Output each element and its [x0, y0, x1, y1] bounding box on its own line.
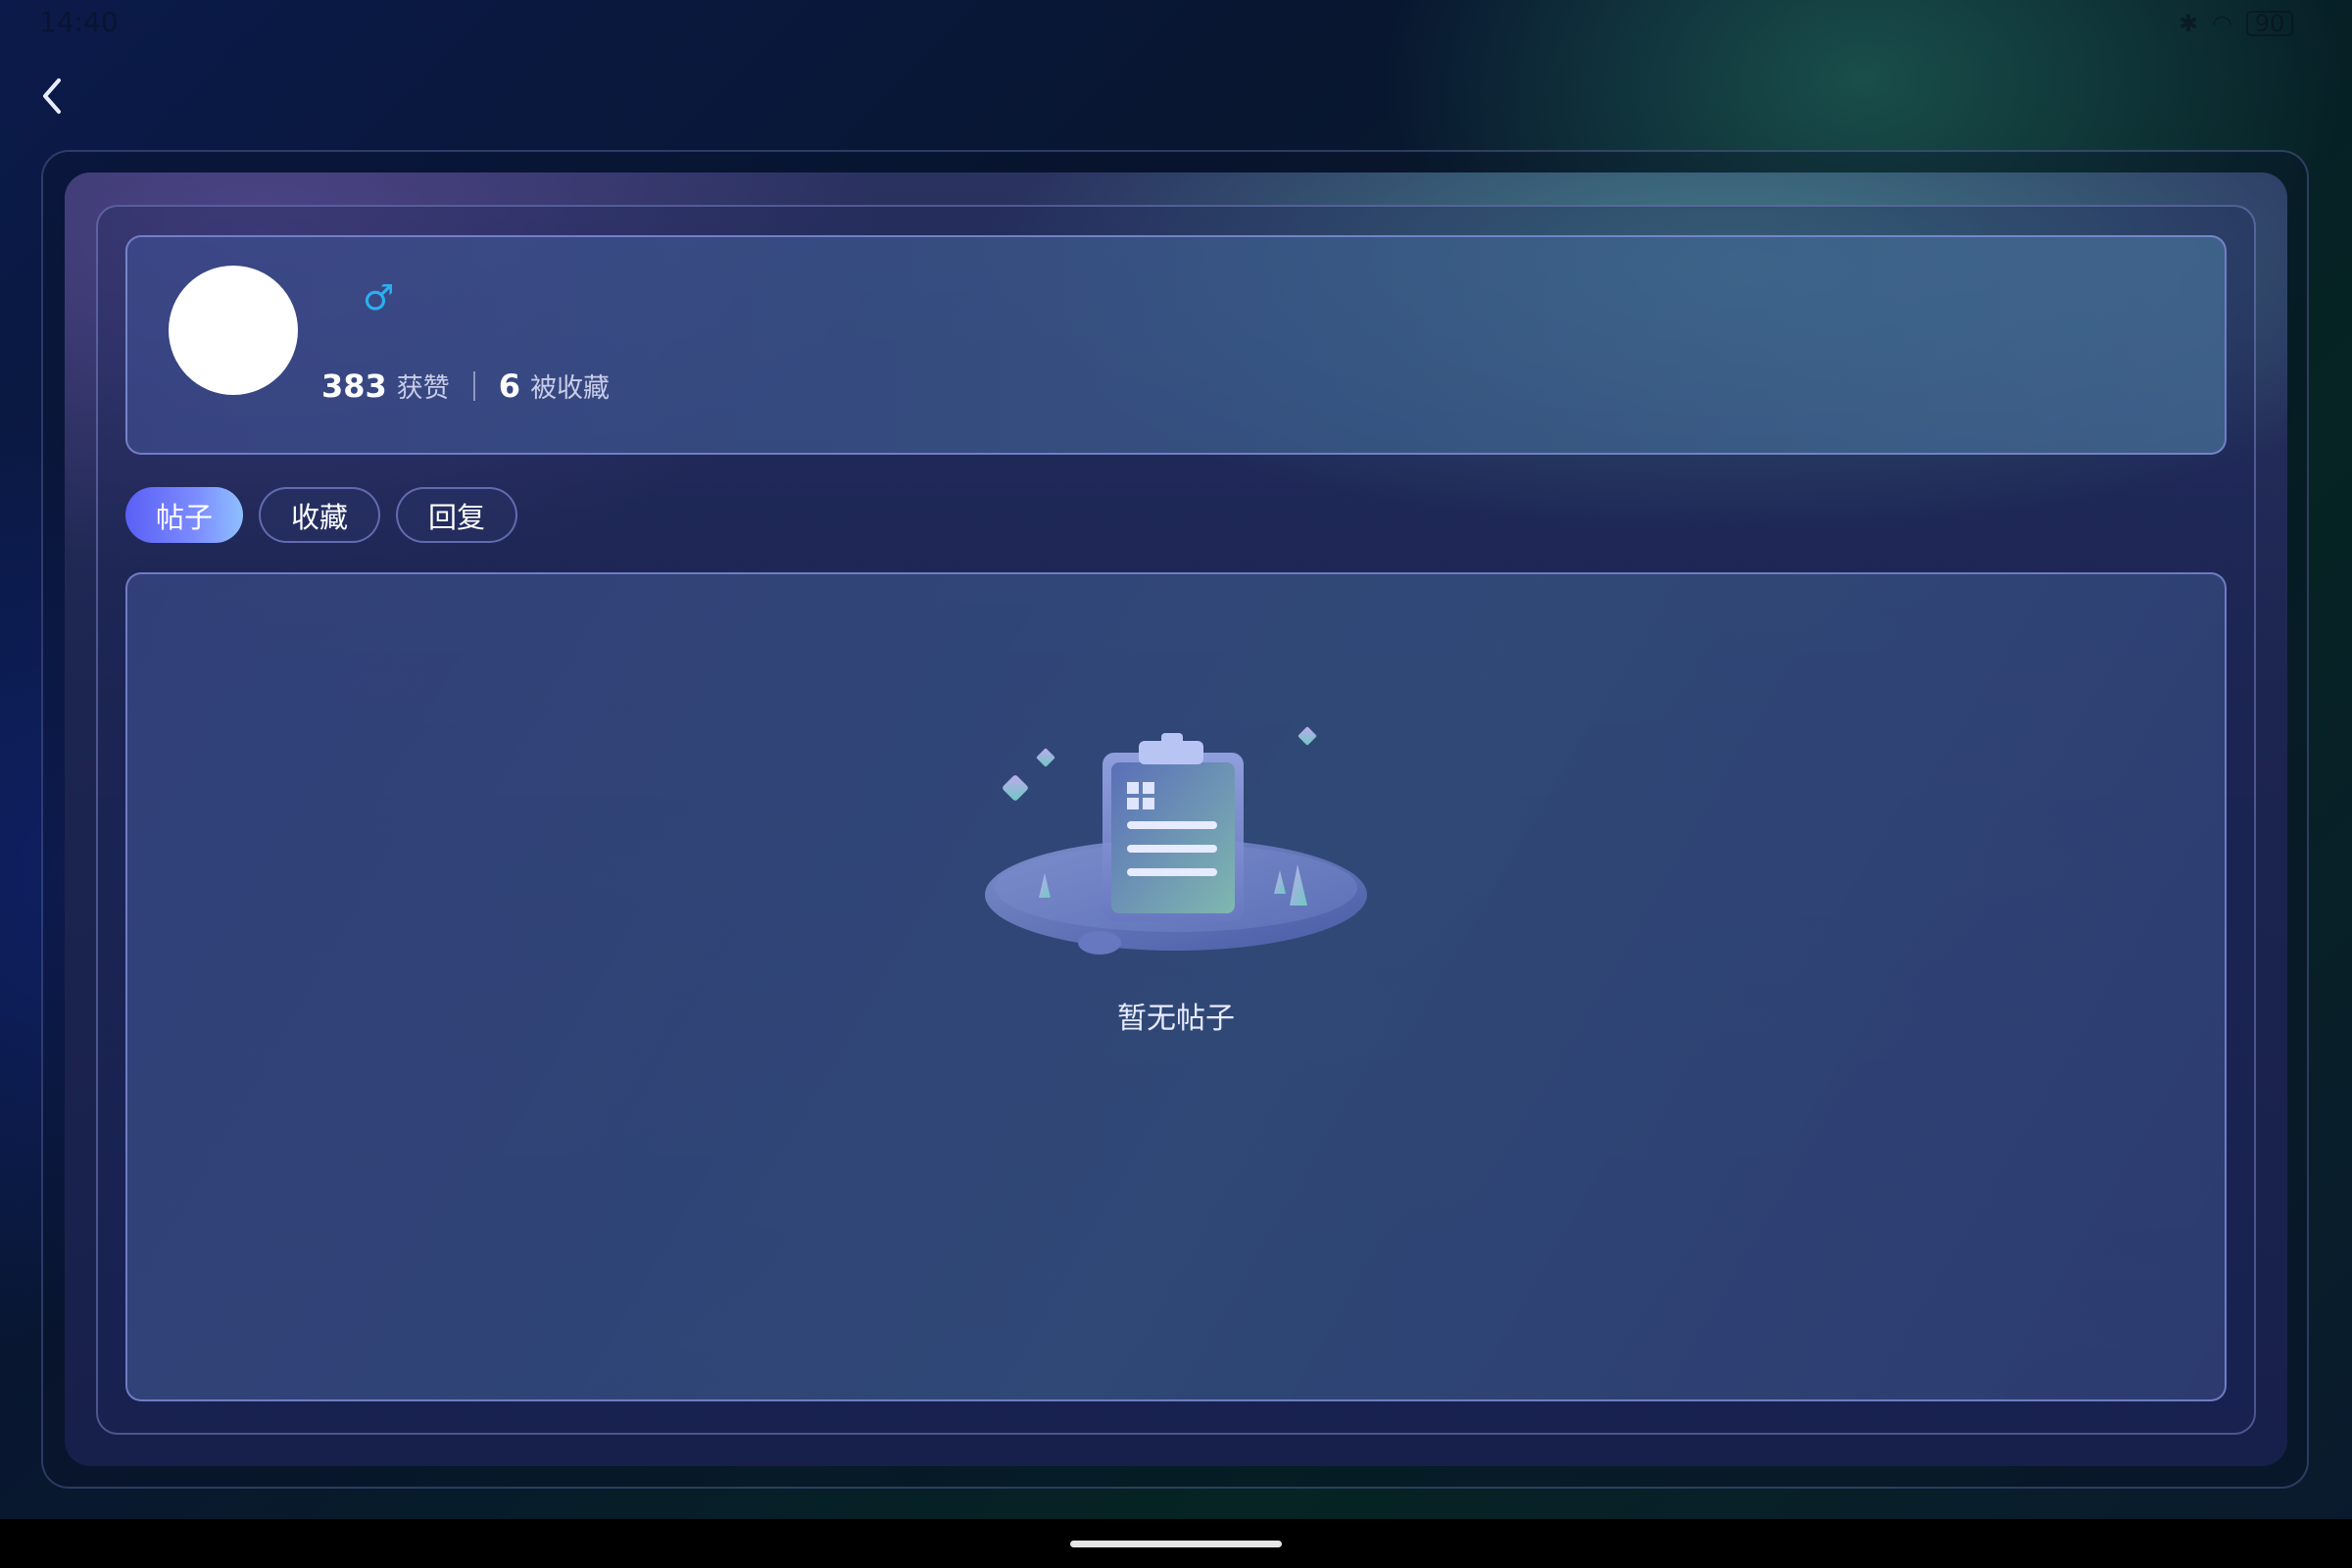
tab-replies[interactable]: 回复 — [396, 487, 517, 543]
battery-icon: 90 — [2246, 10, 2293, 37]
profile-stats: 383 获赞 6 被收藏 — [321, 367, 610, 405]
likes-count: 383 — [321, 368, 387, 405]
home-indicator[interactable] — [1070, 1541, 1282, 1547]
profile-card: ♂ 383 获赞 6 被收藏 — [125, 235, 2227, 455]
avatar[interactable] — [169, 266, 298, 395]
male-icon: ♂ — [363, 278, 395, 318]
status-time: 14:40 — [39, 6, 119, 38]
likes-label: 获赞 — [396, 373, 450, 404]
favorites-label: 被收藏 — [530, 373, 611, 404]
tab-bar: 帖子 收藏 回复 — [125, 487, 517, 543]
back-button[interactable] — [35, 74, 71, 118]
empty-clipboard-icon — [985, 726, 1367, 955]
favorites-count: 6 — [498, 368, 521, 405]
empty-state-text: 暂无帖子 — [1117, 1002, 1235, 1036]
battery-level: 90 — [2254, 10, 2285, 37]
stats-divider — [472, 370, 475, 401]
posts-content-area: 暂无帖子 — [125, 572, 2227, 1401]
chevron-left-icon — [43, 78, 61, 114]
status-icons: ✱ ◠ 90 — [2179, 10, 2293, 37]
bluetooth-icon: ✱ — [2178, 10, 2199, 37]
wifi-icon: ◠ — [2212, 10, 2232, 37]
tab-favorites[interactable]: 收藏 — [259, 487, 380, 543]
tab-posts[interactable]: 帖子 — [125, 487, 243, 543]
system-nav-bar — [0, 1519, 2352, 1568]
status-bar: 14:40 ✱ ◠ 90 — [0, 0, 2352, 49]
